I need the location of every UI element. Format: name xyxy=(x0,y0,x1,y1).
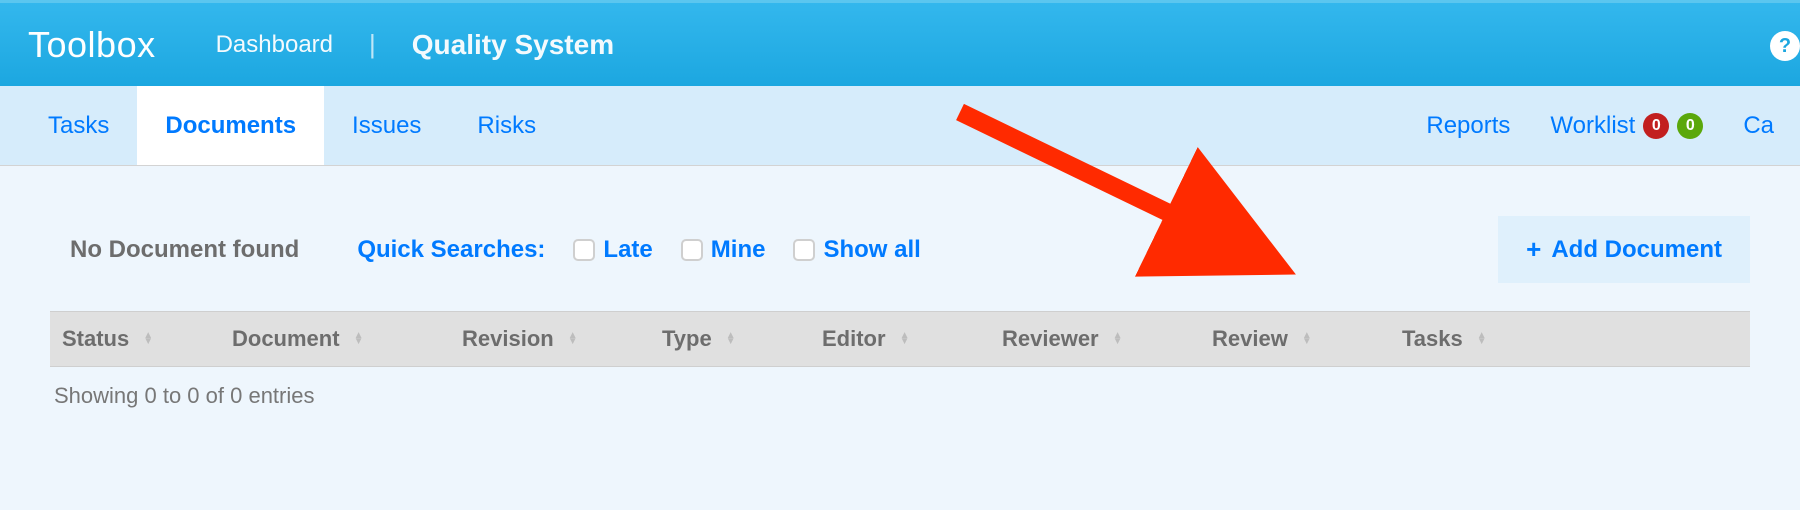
sort-icon xyxy=(1477,333,1487,345)
sort-icon xyxy=(143,333,153,345)
th-editor-label: Editor xyxy=(822,326,886,352)
add-document-label: Add Document xyxy=(1551,236,1722,264)
filter-show-all-label: Show all xyxy=(823,236,920,264)
sort-icon xyxy=(726,333,736,345)
table-header: Status Document Revision Type Editor Rev… xyxy=(50,311,1750,367)
filter-mine-checkbox[interactable] xyxy=(681,239,703,261)
worklist-badge-red: 0 xyxy=(1643,113,1669,139)
add-document-button[interactable]: + Add Document xyxy=(1498,216,1750,283)
link-extra[interactable]: Ca xyxy=(1743,112,1774,140)
filter-mine-label: Mine xyxy=(711,236,766,264)
topnav: Dashboard | Quality System xyxy=(216,29,615,61)
th-reviewer[interactable]: Reviewer xyxy=(1002,326,1212,352)
quick-searches-label: Quick Searches: xyxy=(357,236,545,264)
link-worklist[interactable]: Worklist 0 0 xyxy=(1550,112,1703,140)
sort-icon xyxy=(1302,333,1312,345)
content: No Document found Quick Searches: Late M… xyxy=(0,166,1800,425)
tab-issues[interactable]: Issues xyxy=(324,86,449,165)
tab-risks[interactable]: Risks xyxy=(449,86,564,165)
filter-late-label: Late xyxy=(603,236,652,264)
sort-icon xyxy=(900,333,910,345)
tab-tasks[interactable]: Tasks xyxy=(20,86,137,165)
nav-separator: | xyxy=(369,29,376,60)
th-status[interactable]: Status xyxy=(62,326,232,352)
plus-icon: + xyxy=(1526,234,1541,265)
th-review[interactable]: Review xyxy=(1212,326,1402,352)
th-review-label: Review xyxy=(1212,326,1288,352)
filter-show-all-checkbox[interactable] xyxy=(793,239,815,261)
th-tasks[interactable]: Tasks xyxy=(1402,326,1552,352)
subnav-left: Tasks Documents Issues Risks xyxy=(20,86,564,165)
nav-quality-system[interactable]: Quality System xyxy=(412,29,614,61)
th-tasks-label: Tasks xyxy=(1402,326,1463,352)
worklist-badge-green: 0 xyxy=(1677,113,1703,139)
th-document[interactable]: Document xyxy=(232,326,462,352)
sort-icon xyxy=(1113,333,1123,345)
brand-logo[interactable]: Toolbox xyxy=(28,24,156,66)
filter-mine[interactable]: Mine xyxy=(681,236,766,264)
nav-dashboard[interactable]: Dashboard xyxy=(216,31,333,59)
filter-late[interactable]: Late xyxy=(573,236,652,264)
th-reviewer-label: Reviewer xyxy=(1002,326,1099,352)
th-editor[interactable]: Editor xyxy=(822,326,1002,352)
help-icon[interactable]: ? xyxy=(1770,31,1800,61)
th-document-label: Document xyxy=(232,326,340,352)
sort-icon xyxy=(354,333,364,345)
entries-info: Showing 0 to 0 of 0 entries xyxy=(50,367,1750,425)
subnav-right: Reports Worklist 0 0 Ca xyxy=(1426,86,1780,165)
filter-late-checkbox[interactable] xyxy=(573,239,595,261)
sort-icon xyxy=(568,333,578,345)
th-revision-label: Revision xyxy=(462,326,554,352)
filter-show-all[interactable]: Show all xyxy=(793,236,920,264)
th-type-label: Type xyxy=(662,326,712,352)
th-revision[interactable]: Revision xyxy=(462,326,662,352)
th-type[interactable]: Type xyxy=(662,326,822,352)
link-reports[interactable]: Reports xyxy=(1426,112,1510,140)
filter-bar: No Document found Quick Searches: Late M… xyxy=(50,216,1750,283)
topbar: Toolbox Dashboard | Quality System ? xyxy=(0,0,1800,86)
subnav: Tasks Documents Issues Risks Reports Wor… xyxy=(0,86,1800,166)
tab-documents[interactable]: Documents xyxy=(137,86,324,165)
worklist-label[interactable]: Worklist xyxy=(1550,112,1635,140)
th-status-label: Status xyxy=(62,326,129,352)
no-document-found: No Document found xyxy=(70,236,299,264)
